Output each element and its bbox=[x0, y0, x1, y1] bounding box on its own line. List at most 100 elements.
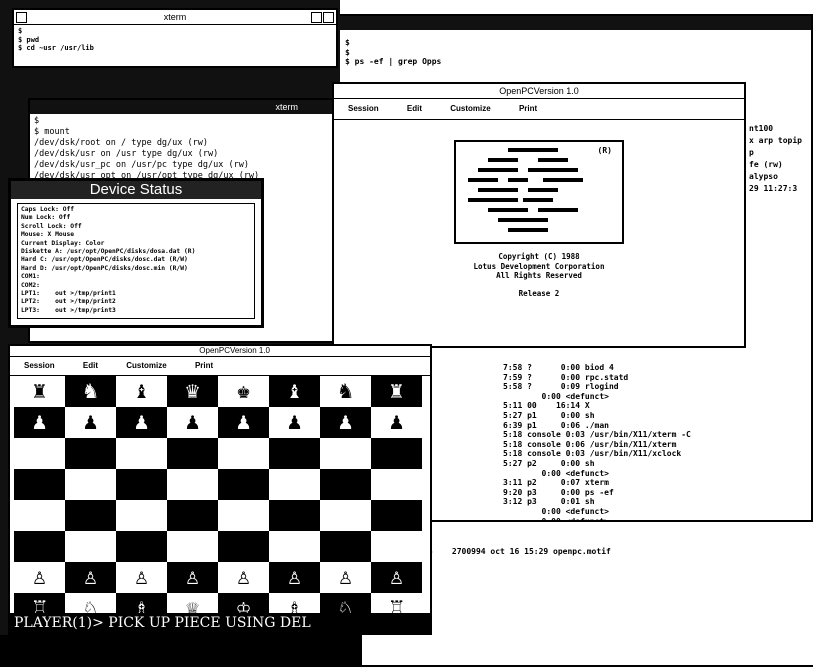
chess-menu-session[interactable]: Session bbox=[24, 357, 55, 375]
board-square[interactable]: ♟ bbox=[320, 407, 371, 438]
chess-piece[interactable]: ♜ bbox=[390, 380, 404, 403]
board-square[interactable]: ♚ bbox=[218, 376, 269, 407]
board-square[interactable]: ♙ bbox=[218, 562, 269, 593]
device-status-titlebar[interactable]: Device Status bbox=[11, 181, 261, 199]
board-square[interactable] bbox=[218, 531, 269, 562]
board-square[interactable] bbox=[320, 531, 371, 562]
board-square[interactable]: ♙ bbox=[65, 562, 116, 593]
chess-piece[interactable]: ♟ bbox=[33, 411, 47, 434]
openpc-about-window[interactable]: OpenPCVersion 1.0 Session Edit Customize… bbox=[332, 82, 746, 348]
chess-menu-print[interactable]: Print bbox=[195, 357, 213, 375]
chess-piece[interactable]: ♞ bbox=[339, 380, 353, 403]
chess-piece[interactable]: ♝ bbox=[288, 380, 302, 403]
board-square[interactable] bbox=[320, 500, 371, 531]
board-square[interactable] bbox=[269, 469, 320, 500]
chess-piece[interactable]: ♙ bbox=[288, 566, 302, 589]
board-square[interactable]: ♙ bbox=[320, 562, 371, 593]
chess-piece[interactable]: ♞ bbox=[84, 380, 98, 403]
board-square[interactable] bbox=[371, 500, 422, 531]
maximize-button[interactable] bbox=[323, 12, 334, 23]
board-square[interactable]: ♟ bbox=[371, 407, 422, 438]
chess-window[interactable]: OpenPCVersion 1.0 Session Edit Customize… bbox=[8, 344, 432, 635]
mount-terminal-titlebar[interactable]: xterm bbox=[30, 100, 338, 114]
board-square[interactable] bbox=[167, 469, 218, 500]
openpc-about-titlebar[interactable]: OpenPCVersion 1.0 bbox=[334, 84, 744, 99]
chess-piece[interactable]: ♜ bbox=[33, 380, 47, 403]
chess-piece[interactable]: ♙ bbox=[33, 566, 47, 589]
board-square[interactable]: ♙ bbox=[371, 562, 422, 593]
board-square[interactable] bbox=[65, 531, 116, 562]
chess-piece[interactable]: ♙ bbox=[186, 566, 200, 589]
xterm-titlebar[interactable]: xterm bbox=[14, 10, 336, 25]
board-square[interactable]: ♝ bbox=[269, 376, 320, 407]
board-square[interactable] bbox=[167, 531, 218, 562]
board-square[interactable] bbox=[116, 469, 167, 500]
board-square[interactable] bbox=[218, 469, 269, 500]
chess-piece[interactable]: ♟ bbox=[84, 411, 98, 434]
board-square[interactable] bbox=[167, 500, 218, 531]
chess-piece[interactable]: ♟ bbox=[186, 411, 200, 434]
menu-session[interactable]: Session bbox=[348, 99, 379, 119]
chess-piece[interactable]: ♙ bbox=[339, 566, 353, 589]
chess-piece[interactable]: ♙ bbox=[237, 566, 251, 589]
chess-menu-customize[interactable]: Customize bbox=[126, 357, 166, 375]
board-square[interactable] bbox=[371, 438, 422, 469]
board-square[interactable] bbox=[116, 438, 167, 469]
board-square[interactable]: ♞ bbox=[65, 376, 116, 407]
window-menu-button[interactable] bbox=[16, 12, 27, 23]
board-square[interactable]: ♛ bbox=[167, 376, 218, 407]
board-square[interactable]: ♜ bbox=[371, 376, 422, 407]
menu-customize[interactable]: Customize bbox=[450, 99, 490, 119]
board-square[interactable] bbox=[14, 469, 65, 500]
board-square[interactable] bbox=[218, 500, 269, 531]
chess-titlebar[interactable]: OpenPCVersion 1.0 bbox=[10, 346, 430, 357]
chess-piece[interactable]: ♙ bbox=[390, 566, 404, 589]
board-square[interactable] bbox=[218, 438, 269, 469]
board-square[interactable] bbox=[14, 438, 65, 469]
board-square[interactable] bbox=[14, 500, 65, 531]
board-square[interactable] bbox=[116, 500, 167, 531]
chess-piece[interactable]: ♝ bbox=[135, 380, 149, 403]
chess-piece[interactable]: ♟ bbox=[135, 411, 149, 434]
chess-piece[interactable]: ♛ bbox=[186, 380, 200, 403]
board-square[interactable] bbox=[371, 531, 422, 562]
minimize-button[interactable] bbox=[311, 12, 322, 23]
menu-print[interactable]: Print bbox=[519, 99, 537, 119]
chess-piece[interactable]: ♙ bbox=[84, 566, 98, 589]
board-square[interactable] bbox=[371, 469, 422, 500]
xterm-window[interactable]: xterm $ $ pwd $ cd ~usr /usr/lib bbox=[12, 8, 338, 68]
chess-menu-edit[interactable]: Edit bbox=[83, 357, 98, 375]
board-square[interactable]: ♝ bbox=[116, 376, 167, 407]
board-square[interactable] bbox=[269, 438, 320, 469]
device-status-window[interactable]: Device Status Caps Lock: Off Num Lock: Of… bbox=[8, 178, 264, 328]
chess-piece[interactable]: ♙ bbox=[135, 566, 149, 589]
board-square[interactable]: ♙ bbox=[269, 562, 320, 593]
board-square[interactable]: ♟ bbox=[116, 407, 167, 438]
board-square[interactable] bbox=[269, 531, 320, 562]
board-square[interactable]: ♞ bbox=[320, 376, 371, 407]
chess-board[interactable]: ♜ ♞ ♝ ♛ ♚ ♝ ♞ ♜ ♟ ♟ ♟ ♟ ♟ ♟ ♟ ♟ ♙ ♙ ♙ ♙ ♙ ♙ ♙ ♙ ♖ ♘ ♗ ♕ ♔ ♗ ♘ ♖ bbox=[14, 376, 422, 624]
chess-piece[interactable]: ♟ bbox=[237, 411, 251, 434]
menu-edit[interactable]: Edit bbox=[407, 99, 422, 119]
board-square[interactable] bbox=[65, 469, 116, 500]
board-square[interactable]: ♙ bbox=[14, 562, 65, 593]
board-square[interactable]: ♟ bbox=[65, 407, 116, 438]
chess-piece[interactable]: ♟ bbox=[339, 411, 353, 434]
board-square[interactable]: ♟ bbox=[167, 407, 218, 438]
board-square[interactable] bbox=[320, 469, 371, 500]
back-terminal-titlebar[interactable] bbox=[337, 16, 811, 30]
board-square[interactable] bbox=[14, 531, 65, 562]
board-square[interactable]: ♟ bbox=[218, 407, 269, 438]
board-square[interactable]: ♟ bbox=[14, 407, 65, 438]
board-square[interactable]: ♟ bbox=[269, 407, 320, 438]
board-square[interactable] bbox=[65, 500, 116, 531]
chess-piece[interactable]: ♚ bbox=[237, 380, 251, 403]
chess-piece[interactable]: ♟ bbox=[288, 411, 302, 434]
board-square[interactable] bbox=[65, 438, 116, 469]
board-square[interactable]: ♙ bbox=[167, 562, 218, 593]
board-square[interactable]: ♜ bbox=[14, 376, 65, 407]
board-square[interactable] bbox=[269, 500, 320, 531]
chess-piece[interactable]: ♟ bbox=[390, 411, 404, 434]
board-square[interactable]: ♙ bbox=[116, 562, 167, 593]
board-square[interactable] bbox=[320, 438, 371, 469]
